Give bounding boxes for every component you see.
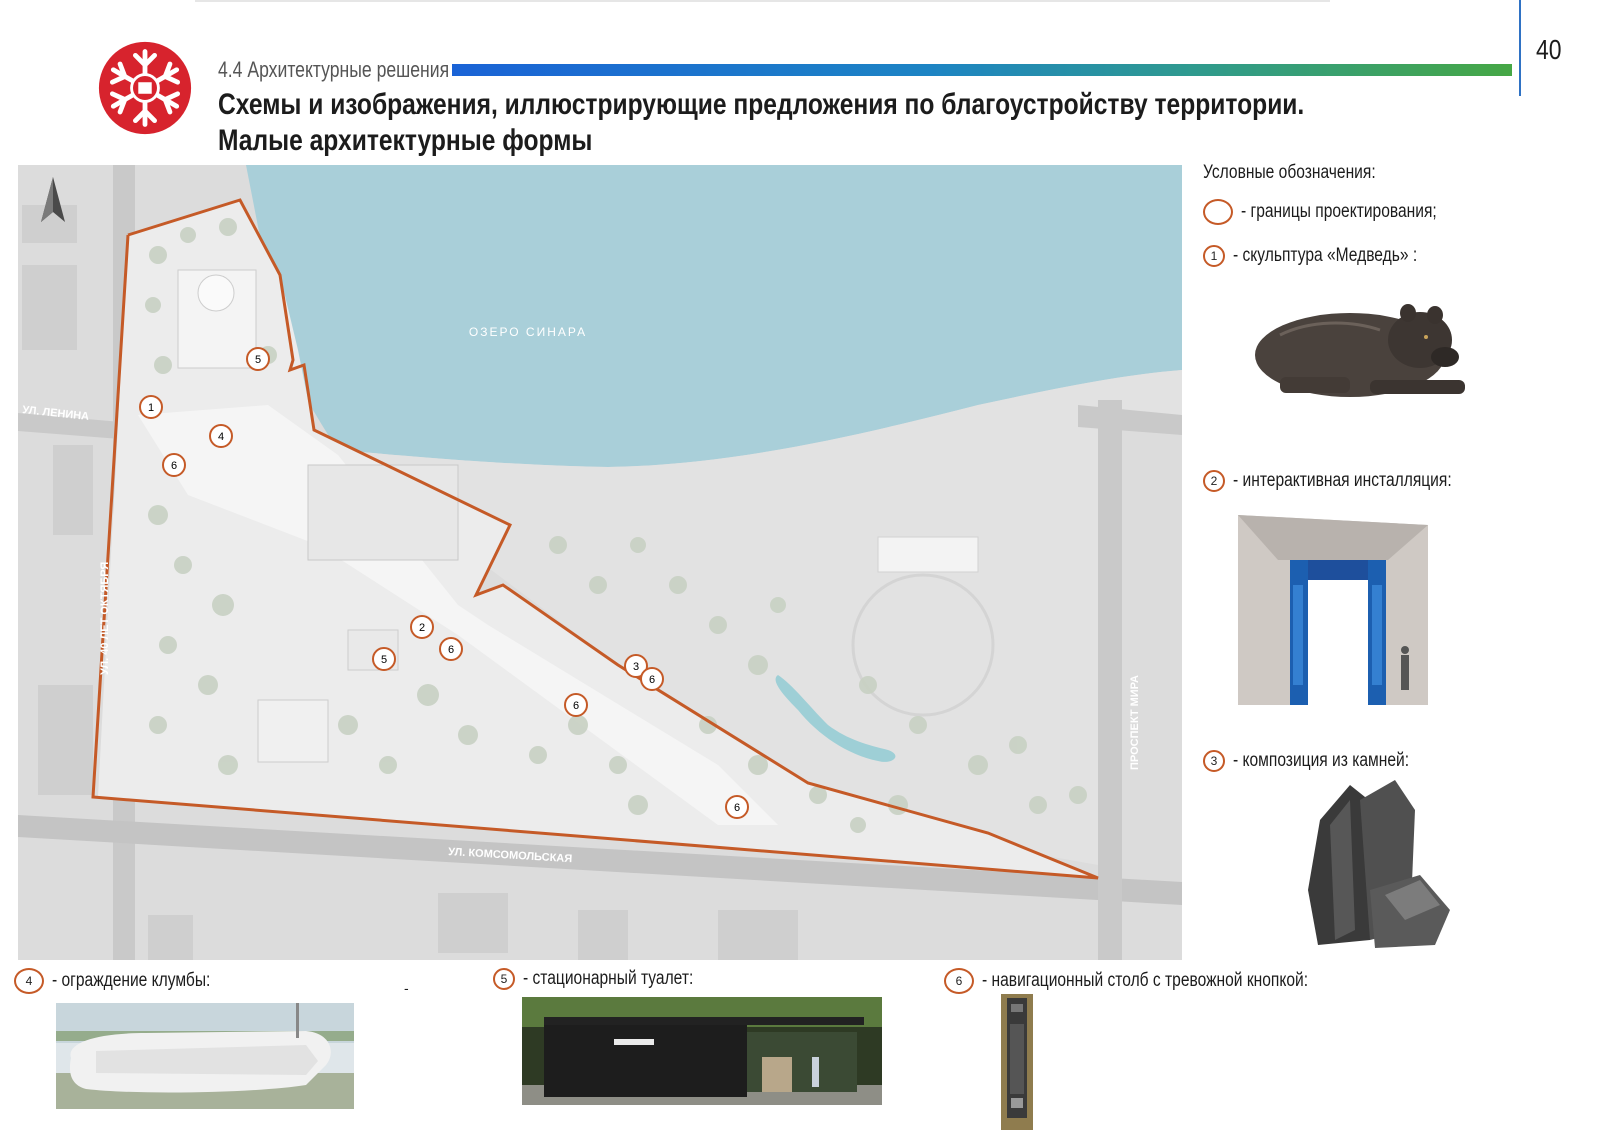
marker-3: 3 bbox=[1203, 750, 1225, 772]
legend-item-boundary: - границы проектирования; bbox=[1203, 199, 1480, 225]
section-label: 4.4 Архитектурные решения bbox=[218, 57, 450, 82]
svg-text:2: 2 bbox=[419, 622, 425, 634]
city-emblem-logo bbox=[98, 41, 192, 135]
flowerbed-fence-image bbox=[56, 1003, 354, 1109]
street-label-mira: ПРОСПЕКТ МИРА bbox=[1129, 675, 1141, 770]
legend-label-boundary: - границы проектирования; bbox=[1241, 201, 1437, 222]
legend-label-3: - композиция из камней: bbox=[1233, 750, 1410, 771]
map-marker-6: 6 bbox=[725, 795, 749, 819]
top-rule bbox=[195, 0, 1330, 2]
svg-text:6: 6 bbox=[649, 674, 655, 686]
lake-label: ОЗЕРО СИНАРА bbox=[469, 325, 587, 339]
legend-item-2: 2 - интерактивная инсталляция: bbox=[1203, 470, 1500, 492]
legend-label-1: - скульптура «Медведь» : bbox=[1233, 245, 1418, 266]
interactive-installation-image bbox=[1238, 515, 1428, 705]
gradient-bar bbox=[452, 64, 1512, 76]
map-marker-4: 4 bbox=[209, 424, 233, 448]
stone-composition-image bbox=[1308, 780, 1450, 948]
svg-text:5: 5 bbox=[381, 654, 387, 666]
map-marker-5: 5 bbox=[372, 647, 396, 671]
legend-item-1: 1 - скульптура «Медведь» : bbox=[1203, 245, 1458, 267]
boundary-symbol bbox=[1203, 199, 1233, 225]
map-marker-6: 6 bbox=[640, 667, 664, 691]
svg-text:6: 6 bbox=[573, 700, 579, 712]
map-marker-6: 6 bbox=[162, 453, 186, 477]
bottom-label-5: - стационарный туалет: bbox=[523, 968, 694, 989]
bottom-item-4: 4 - ограждение клумбы: bbox=[14, 968, 245, 994]
map-marker-1: 1 bbox=[139, 395, 163, 419]
svg-text:1: 1 bbox=[148, 402, 154, 414]
svg-text:4: 4 bbox=[218, 431, 224, 443]
stray-dash: - bbox=[404, 980, 409, 996]
svg-text:3: 3 bbox=[633, 661, 639, 673]
svg-text:6: 6 bbox=[448, 644, 454, 656]
title-line-1: Схемы и изображения, иллюстрирующие пред… bbox=[218, 88, 1305, 121]
svg-text:6: 6 bbox=[734, 802, 740, 814]
legend-item-3: 3 - композиция из камней: bbox=[1203, 750, 1448, 772]
header-divider bbox=[1519, 0, 1521, 96]
legend-title: Условные обозначения: bbox=[1203, 162, 1376, 183]
public-toilet-image bbox=[522, 997, 882, 1105]
svg-text:6: 6 bbox=[171, 460, 177, 472]
sports-field bbox=[307, 464, 459, 561]
map-marker-5: 5 bbox=[246, 347, 270, 371]
map-marker-2: 2 bbox=[410, 615, 434, 639]
marker-4: 4 bbox=[14, 968, 44, 994]
street-label-oktyabrya: УЛ. 40 ЛЕТ ОКТЯБРЯ bbox=[99, 562, 111, 675]
page-number: 40 bbox=[1536, 34, 1562, 65]
marker-1: 1 bbox=[1203, 245, 1225, 267]
bear-sculpture-image bbox=[1255, 304, 1465, 397]
page-title: Схемы и изображения, иллюстрирующие пред… bbox=[218, 87, 1304, 159]
title-line-2: Малые архитектурные формы bbox=[218, 124, 593, 157]
map-marker-6: 6 bbox=[564, 693, 588, 717]
bottom-label-4: - ограждение клумбы: bbox=[52, 970, 211, 991]
bottom-label-6: - навигационный столб с тревожной кнопко… bbox=[982, 970, 1309, 991]
legend-label-2: - интерактивная инсталляция: bbox=[1233, 470, 1452, 491]
marker-2: 2 bbox=[1203, 470, 1225, 492]
svg-text:5: 5 bbox=[255, 354, 261, 366]
navigation-pole-image bbox=[1001, 994, 1033, 1130]
marker-6: 6 bbox=[944, 968, 974, 994]
road-mira bbox=[1098, 400, 1122, 960]
bottom-item-5: 5 - стационарный туалет: bbox=[493, 968, 731, 990]
site-plan-map: ОЗЕРО СИНАРА УЛ. ЛЕНИНА УЛ. 40 ЛЕТ ОКТЯБ… bbox=[18, 165, 1182, 960]
marker-5: 5 bbox=[493, 968, 515, 990]
bottom-item-6: 6 - навигационный столб с тревожной кноп… bbox=[944, 968, 1380, 994]
map-marker-6: 6 bbox=[439, 637, 463, 661]
